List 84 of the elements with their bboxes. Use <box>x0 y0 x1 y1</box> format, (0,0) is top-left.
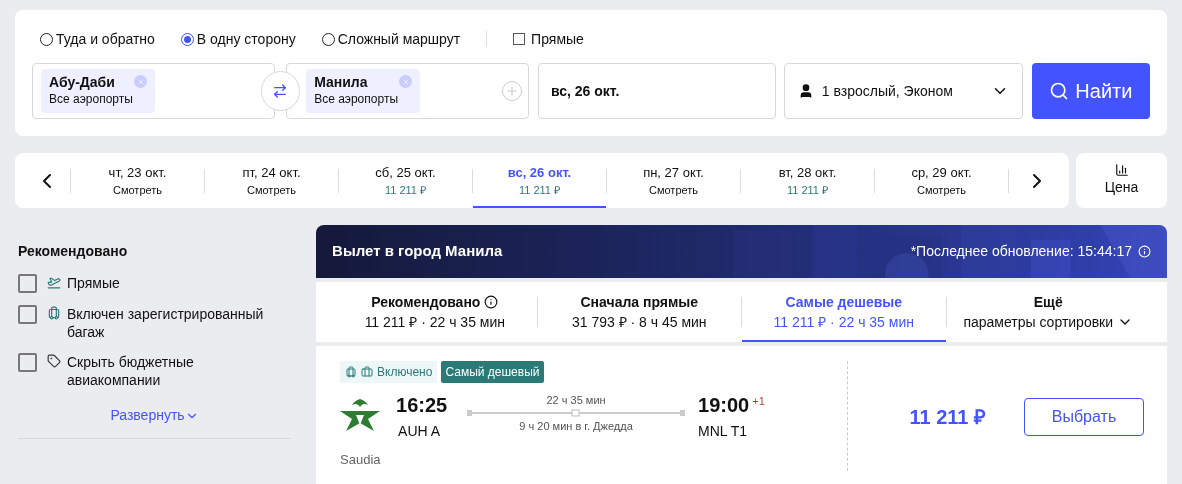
luggage-icon <box>47 306 61 320</box>
filter-heading: Рекомендовано <box>18 242 129 261</box>
date-tab[interactable]: сб, 25 окт. 11 211 ₽ <box>339 153 472 208</box>
date-price: Смотреть <box>648 182 699 198</box>
sort-title: Самые дешевые <box>785 293 903 312</box>
passengers-field[interactable]: 1 взрослый, Эконом <box>783 63 1023 119</box>
select-button[interactable]: Выбрать <box>1024 398 1144 436</box>
airline-logo-icon <box>340 397 381 433</box>
filter-label[interactable]: Скрыть бюджетные авиакомпании <box>67 353 277 389</box>
banner-title: Вылет в город Манила <box>332 241 503 262</box>
suitcase-icon <box>361 366 374 378</box>
date-price: Смотреть <box>916 182 967 198</box>
checkbox[interactable] <box>18 305 37 324</box>
search-button[interactable]: Найти <box>1031 63 1150 119</box>
date-label: пт, 24 окт. <box>242 163 301 182</box>
sort-title: Сначала прямые <box>580 293 699 312</box>
passengers-value: 1 взрослый, Эконом <box>821 81 954 101</box>
destination-chip[interactable]: Манила Все аэропорты <box>306 69 421 113</box>
date-price: 11 211 ₽ <box>384 182 427 198</box>
sort-subtitle: параметры сортировки <box>963 313 1114 332</box>
date-label: сб, 25 окт. <box>375 163 436 182</box>
filter-label[interactable]: Прямые <box>67 274 120 292</box>
date-label: вс, 26 окт. <box>507 163 572 182</box>
date-tab[interactable]: пн, 27 окт. Смотреть <box>607 153 740 208</box>
trip-type-label[interactable]: Сложный маршрут <box>337 28 461 50</box>
search-icon <box>1049 81 1070 101</box>
departure-time: 16:25 <box>396 393 449 417</box>
trip-type-label[interactable]: В одну сторону <box>196 28 296 50</box>
checkbox[interactable] <box>18 353 37 372</box>
swap-icon <box>272 83 289 99</box>
date-label: ср, 29 окт. <box>911 163 972 182</box>
sort-tab[interactable]: Самые дешевые 11 211 ₽ · 22 ч 35 мин <box>742 282 946 342</box>
date-tab[interactable]: вт, 28 окт. 11 211 ₽ <box>741 153 874 208</box>
bar-chart-icon <box>1114 163 1129 177</box>
date-label: вт, 28 окт. <box>778 163 837 182</box>
cheapest-badge: Самый дешевый <box>441 361 544 383</box>
tag-icon <box>47 354 61 368</box>
price-chart-button[interactable]: Цена <box>1076 153 1167 208</box>
sort-subtitle: 31 793 ₽ · 8 ч 45 мин <box>571 313 707 332</box>
luggage-icon <box>345 366 358 378</box>
airline-name: Saudia <box>340 451 382 469</box>
airports-label: Все аэропорты <box>314 91 399 107</box>
origin-field[interactable]: Абу-Даби Все аэропорты <box>32 63 275 119</box>
arrival-time: 19:00 <box>698 393 750 417</box>
sort-subtitle: 11 211 ₽ · 22 ч 35 мин <box>773 313 914 332</box>
plane-icon <box>47 275 61 289</box>
trip-type-label[interactable]: Туда и обратно <box>56 28 155 50</box>
info-icon[interactable] <box>484 295 499 309</box>
expand-link[interactable]: Развернуть <box>110 405 199 426</box>
sort-tab[interactable]: Сначала прямые 31 793 ₽ · 8 ч 45 мин <box>537 282 742 342</box>
date-label: пн, 27 окт. <box>643 163 704 182</box>
flight-duration: 22 ч 35 мин <box>546 393 606 407</box>
date-tab[interactable]: вс, 26 окт. 11 211 ₽ <box>473 153 606 208</box>
last-update-text: *Последнее обновление: 15:44:17 <box>910 242 1132 261</box>
sort-tab[interactable]: Рекомендовано 11 211 ₽ · 22 ч 35 мин <box>333 282 537 342</box>
date-price: Смотреть <box>246 182 297 198</box>
stopover-info: 9 ч 20 мин в г. Джедда <box>519 419 633 433</box>
city-name: Манила <box>314 73 368 91</box>
sort-title: Рекомендовано <box>371 293 481 312</box>
checkbox[interactable] <box>513 33 526 45</box>
date-tab[interactable]: пт, 24 окт. Смотреть <box>205 153 338 208</box>
filter-label[interactable]: Включен зарегистрированный багаж <box>67 305 277 341</box>
date-price: 11 211 ₽ <box>786 182 829 198</box>
day-offset: +1 <box>752 394 765 409</box>
flight-price: 11 211 ₽ <box>909 405 986 430</box>
sort-tab[interactable]: Ещё параметры сортировки <box>946 282 1150 342</box>
destination-field[interactable]: Манила Все аэропорты <box>286 63 529 119</box>
checkbox[interactable] <box>18 274 37 293</box>
date-price: Смотреть <box>112 182 163 198</box>
swap-button[interactable] <box>260 71 301 111</box>
arrival-airport: MNL T1 <box>698 422 749 441</box>
direct-label[interactable]: Прямые <box>531 28 584 50</box>
date-label: чт, 23 окт. <box>108 163 167 182</box>
city-name: Абу-Даби <box>49 73 115 91</box>
date-price: 11 211 ₽ <box>518 182 561 198</box>
departure-airport: AUH A <box>398 422 442 441</box>
date-field[interactable]: вс, 26 окт. <box>537 63 776 119</box>
date-tab[interactable]: чт, 23 окт. Смотреть <box>71 153 204 208</box>
sort-subtitle: 11 211 ₽ · 22 ч 35 мин <box>364 313 505 332</box>
origin-chip[interactable]: Абу-Даби Все аэропорты <box>41 69 155 113</box>
sort-title: Ещё <box>1033 293 1063 312</box>
date-tab[interactable]: ср, 29 окт. Смотреть <box>875 153 1008 208</box>
baggage-tag: Включено <box>340 361 438 383</box>
airports-label: Все аэропорты <box>49 91 134 107</box>
